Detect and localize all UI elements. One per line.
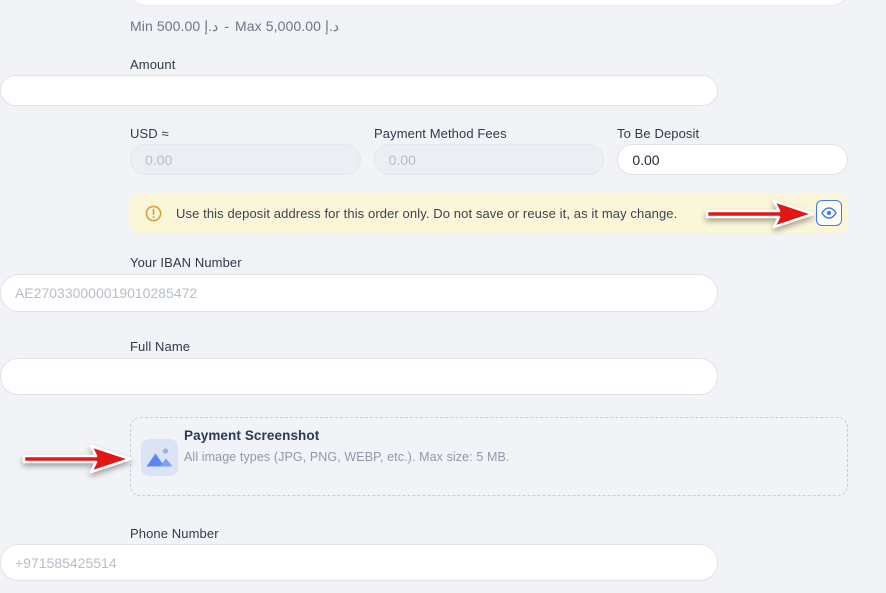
usd-label: USD ≈ [130,126,169,141]
limits-min: Min 500.00 [130,18,201,34]
limits-max: Max 5,000.00 [234,18,322,34]
fees-label: Payment Method Fees [374,126,507,141]
to-be-deposit-input[interactable] [617,144,849,175]
full-name-input[interactable] [0,358,718,395]
limits-separator: - [224,18,229,34]
full-name-label: Full Name [130,339,191,354]
conversion-row [130,144,849,175]
payment-screenshot-upload[interactable]: Payment Screenshot All image types (JPG,… [130,417,848,496]
annotation-arrow-to-upload [22,444,132,474]
previous-field-remnant[interactable] [130,0,848,6]
warning-circle-icon [145,205,162,222]
deposit-limits-text: Min 500.00 د.إ - Max 5,000.00 د.إ [130,18,343,35]
notice-text: Use this deposit address for this order … [176,206,678,221]
deposit-form-page: { "limits": { "min": "Min 500.00", "curr… [0,0,886,593]
amount-label: Amount [130,57,176,72]
iban-input[interactable] [0,274,718,312]
image-icon [141,439,178,481]
limits-max-currency: د.إ [325,18,340,34]
limits-min-currency: د.إ [204,18,219,34]
iban-label: Your IBAN Number [130,255,242,270]
eye-button[interactable] [816,200,842,226]
to-be-deposit-label: To Be Deposit [617,126,700,141]
upload-subtitle: All image types (JPG, PNG, WEBP, etc.). … [184,450,510,464]
amount-input[interactable] [0,75,718,106]
upload-title: Payment Screenshot [184,428,320,443]
phone-label: Phone Number [130,526,219,541]
phone-input[interactable] [0,544,718,581]
usd-input [130,144,361,175]
annotation-arrow-to-eye-button [705,199,815,229]
eye-icon [821,207,837,219]
fees-input [373,144,605,175]
